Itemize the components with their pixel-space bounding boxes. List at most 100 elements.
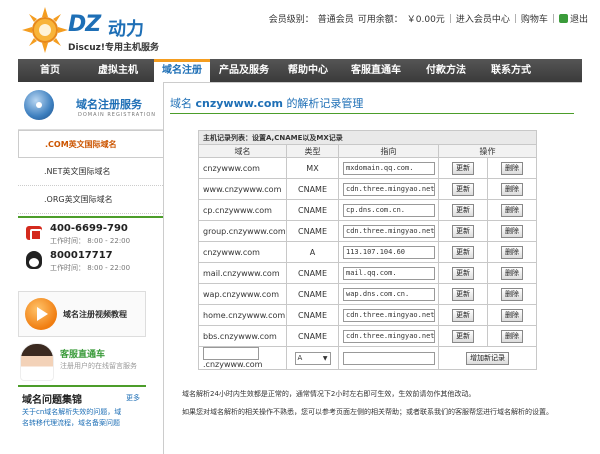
record-value-cell: 113.107.104.60 <box>338 241 439 263</box>
phone-icon <box>26 226 42 241</box>
table-body: cnzywww.com MX mxdomain.qq.com. 更新 删除 www.cnz… <box>198 157 537 347</box>
update-record-button[interactable]: 更新 <box>452 224 474 238</box>
column-header-value: 指向 <box>338 144 439 158</box>
sidebar-item-org[interactable]: .ORG英文国际域名 <box>18 186 163 214</box>
new-host-input[interactable] <box>203 347 259 360</box>
delete-record-button[interactable]: 删除 <box>501 224 523 238</box>
delete-record-button[interactable]: 删除 <box>501 287 523 301</box>
update-record-button[interactable]: 更新 <box>452 245 474 259</box>
record-value-input[interactable]: wap.dns.com.cn. <box>343 287 435 301</box>
update-record-button[interactable]: 更新 <box>452 287 474 301</box>
page: DZ 动力 Discuz!专用主机服务 会员级别： 普通会员 可用余额： ￥0.… <box>0 0 600 454</box>
record-type: MX <box>286 157 339 179</box>
delete-record-button[interactable]: 删除 <box>501 161 523 175</box>
record-update-cell: 更新 <box>438 304 488 326</box>
table-row: cnzywww.com MX mxdomain.qq.com. 更新 删除 <box>198 157 537 179</box>
nav-item-help[interactable]: 帮助中心 <box>278 59 338 82</box>
record-delete-cell: 删除 <box>487 199 537 221</box>
new-value-input[interactable] <box>343 351 435 365</box>
record-value-input[interactable]: cdn.three.mingyao.net <box>343 224 435 238</box>
logout-icon <box>558 14 568 23</box>
record-delete-cell: 删除 <box>487 283 537 305</box>
record-delete-cell: 删除 <box>487 220 537 242</box>
table-row: wap.cnzywww.com CNAME wap.dns.com.cn. 更新 删除 <box>198 283 537 305</box>
record-type: CNAME <box>286 262 339 284</box>
separator: | <box>448 13 452 24</box>
delete-record-button[interactable]: 删除 <box>501 266 523 280</box>
delete-record-button[interactable]: 删除 <box>501 245 523 259</box>
sidebar-item-com[interactable]: .COM英文国际域名 <box>18 130 164 158</box>
new-host-suffix: .cnzywww.com <box>203 360 263 369</box>
nav-item-hosting[interactable]: 虚拟主机 <box>82 59 154 82</box>
update-record-button[interactable]: 更新 <box>452 308 474 322</box>
cart-link[interactable]: 购物车 <box>521 12 548 25</box>
record-value-input[interactable]: cdn.three.mingyao.net <box>343 329 435 343</box>
record-value-input[interactable]: 113.107.104.60 <box>343 245 435 259</box>
main-panel: 域名 cnzywww.com 的解析记录管理 主机记录列表：设置A,CNAME以… <box>163 82 582 454</box>
delete-record-button[interactable]: 删除 <box>501 329 523 343</box>
table-caption-row: 主机记录列表：设置A,CNAME以及MX记录 <box>198 130 537 145</box>
record-type: CNAME <box>286 199 339 221</box>
nav-item-domain[interactable]: 域名注册 <box>154 59 210 82</box>
add-record-button[interactable]: 增加新记录 <box>466 351 509 365</box>
new-type-select[interactable]: A ▼ <box>294 351 331 365</box>
separator: | <box>513 13 517 24</box>
delete-record-button[interactable]: 删除 <box>501 182 523 196</box>
update-record-button[interactable]: 更新 <box>452 182 474 196</box>
account-bar: 会员级别： 普通会员 可用余额： ￥0.00元 | 进入会员中心 | 购物车 |… <box>268 12 588 26</box>
support-title: 客服直通车 <box>60 350 106 360</box>
delete-record-button[interactable]: 删除 <box>501 203 523 217</box>
support-link[interactable]: 客服直通车 注册用户的在线留言服务 <box>18 341 146 381</box>
delete-record-button[interactable]: 删除 <box>501 308 523 322</box>
sun-logo-icon <box>22 7 68 53</box>
member-center-link[interactable]: 进入会员中心 <box>456 12 510 25</box>
balance-label: 可用余额： <box>357 15 403 25</box>
main-nav: 首页 虚拟主机 域名注册 产品及服务 帮助中心 客服直通车 付款方法 联系方式 <box>18 59 582 82</box>
nav-item-payment[interactable]: 付款方法 <box>414 59 478 82</box>
note-help: 如果您对域名解析的相关操作不熟悉，您可以参考页面左侧的相关帮助；或者联系我们的客… <box>182 408 553 416</box>
globe-icon <box>24 90 54 120</box>
nav-item-home[interactable]: 首页 <box>18 59 82 82</box>
record-update-cell: 更新 <box>438 325 488 347</box>
record-delete-cell: 删除 <box>487 178 537 200</box>
video-tutorial-link[interactable]: 域名注册视频教程 <box>18 291 146 337</box>
faq-header: 域名问题集锦 更多 <box>18 387 146 407</box>
divider <box>170 113 574 114</box>
site-logo[interactable]: DZ 动力 Discuz!专用主机服务 <box>22 7 192 53</box>
record-delete-cell: 删除 <box>487 241 537 263</box>
video-tutorial-label: 域名注册视频教程 <box>63 310 127 319</box>
table-row: cnzywww.com A 113.107.104.60 更新 删除 <box>198 241 537 263</box>
record-value-input[interactable]: mxdomain.qq.com. <box>343 161 435 175</box>
record-delete-cell: 删除 <box>487 325 537 347</box>
update-record-button[interactable]: 更新 <box>452 161 474 175</box>
update-record-button[interactable]: 更新 <box>452 266 474 280</box>
nav-item-products[interactable]: 产品及服务 <box>210 59 278 82</box>
title-domain: cnzywww.com <box>195 97 283 110</box>
contact-block: 400-6699-790 工作时间： 8:00 - 22:00 80001771… <box>18 218 163 276</box>
record-value-input[interactable]: mail.qq.com. <box>343 266 435 280</box>
nav-item-support[interactable]: 客服直通车 <box>338 59 414 82</box>
record-update-cell: 更新 <box>438 199 488 221</box>
record-value-cell: mxdomain.qq.com. <box>338 157 439 179</box>
update-record-button[interactable]: 更新 <box>452 203 474 217</box>
record-value-input[interactable]: cdn.three.mingyao.net <box>343 308 435 322</box>
support-subtitle: 注册用户的在线留言服务 <box>60 362 137 370</box>
sidebar-item-net[interactable]: .NET英文国际域名 <box>18 158 163 186</box>
member-level-label: 会员级别： <box>268 15 314 25</box>
faq-item[interactable]: 关于cn域名解析失效的问题，域 <box>18 407 142 418</box>
record-value-input[interactable]: cdn.three.mingyao.net <box>343 182 435 196</box>
record-host: cp.cnzywww.com <box>198 199 287 221</box>
separator: | <box>551 13 555 24</box>
faq-more-link[interactable]: 更多 <box>126 393 140 403</box>
faq-item[interactable]: 名转移代理流程，域名备案问题 <box>18 418 142 429</box>
nav-item-contact[interactable]: 联系方式 <box>478 59 544 82</box>
faq-title: 域名问题集锦 <box>22 395 82 406</box>
logout-link[interactable]: 退出 <box>558 12 588 25</box>
record-type: CNAME <box>286 304 339 326</box>
record-host: cnzywww.com <box>198 157 287 179</box>
update-record-button[interactable]: 更新 <box>452 329 474 343</box>
record-value-cell: mail.qq.com. <box>338 262 439 284</box>
table-row: bbs.cnzywww.com CNAME cdn.three.mingyao.ne… <box>198 325 537 347</box>
record-value-input[interactable]: cp.dns.com.cn. <box>343 203 435 217</box>
qq-hours: 工作时间： 8:00 - 22:00 <box>50 264 131 272</box>
